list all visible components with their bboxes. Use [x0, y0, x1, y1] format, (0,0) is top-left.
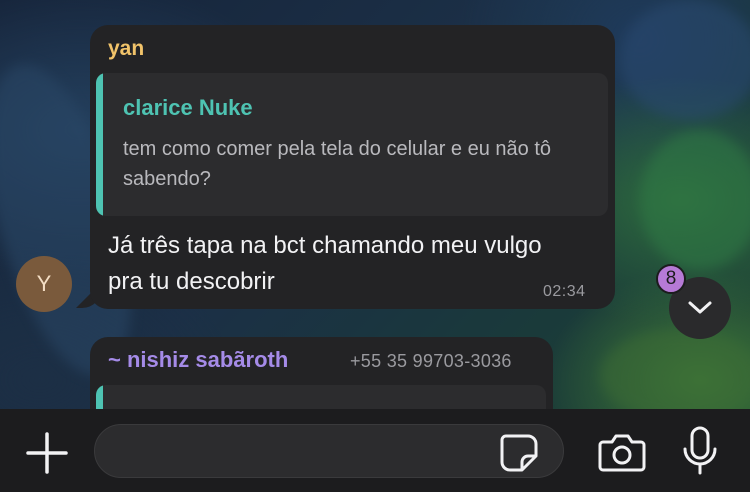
message-timestamp: 02:34 — [543, 283, 586, 300]
sender-phone: +55 35 99703-3036 — [350, 351, 512, 371]
voice-record-button[interactable] — [680, 425, 720, 477]
plus-icon — [24, 430, 70, 476]
message-text: Já três tapa na bct chamando meu vulgo p… — [108, 232, 542, 295]
message-input[interactable] — [94, 424, 564, 478]
sticker-button[interactable] — [498, 432, 540, 474]
wallpaper-shape — [640, 130, 750, 270]
sticker-icon — [498, 432, 540, 474]
wallpaper-shape — [600, 330, 750, 420]
sender-name[interactable]: yan — [108, 37, 144, 61]
sender-name[interactable]: ~ nishiz sabãroth — [108, 347, 288, 373]
quote-author: clarice Nuke — [123, 95, 253, 120]
avatar[interactable]: Y — [16, 256, 72, 312]
quote-text: tem como comer pela tela do celular e eu… — [123, 138, 552, 190]
chevron-down-icon — [687, 300, 713, 316]
reply-quote[interactable]: clarice Nuke tem como comer pela tela do… — [96, 73, 608, 216]
microphone-icon — [680, 425, 720, 477]
quote-accent-bar — [96, 73, 103, 216]
avatar-initial: Y — [36, 271, 52, 296]
wallpaper-shape — [620, 0, 750, 120]
camera-button[interactable] — [597, 430, 647, 474]
attach-button[interactable] — [24, 430, 70, 476]
unread-count-badge: 8 — [656, 264, 686, 294]
camera-icon — [597, 430, 647, 474]
